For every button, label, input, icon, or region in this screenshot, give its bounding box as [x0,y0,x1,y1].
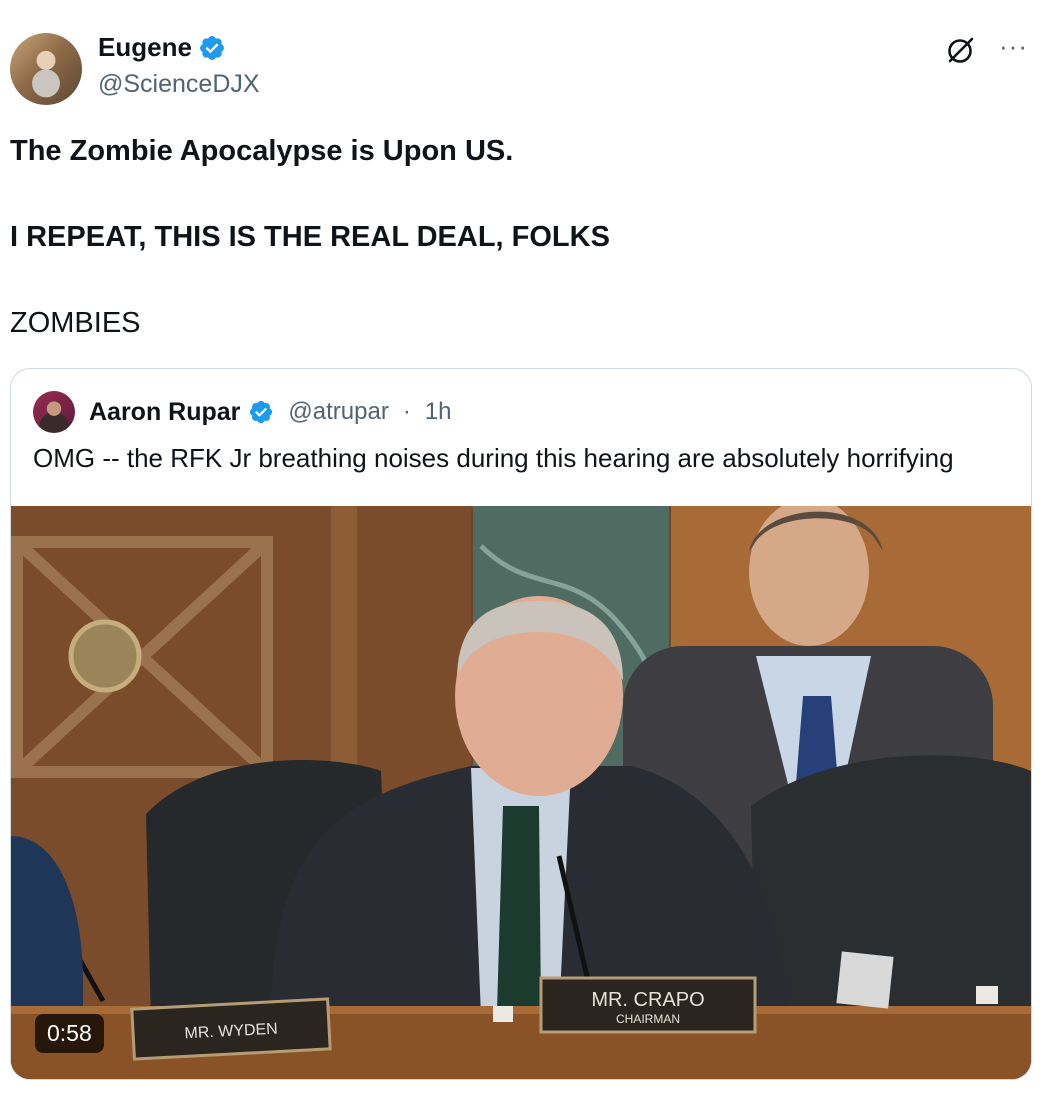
decorative-seal-icon [68,619,142,693]
quoted-author-avatar[interactable] [33,391,75,433]
quoted-author-handle[interactable]: @atrupar [288,398,388,426]
tweet-line-1: The Zombie Apocalypse is Upon US. [10,135,514,167]
meta-separator: · [402,398,411,425]
quoted-tweet-card[interactable]: Aaron Rupar @atrupar · 1h OMG -- the RFK… [10,368,1032,1080]
author-avatar[interactable] [10,33,82,105]
tweet-text: The Zombie Apocalypse is Upon US. I REPE… [10,130,1030,388]
video-duration: 0:58 [35,1014,104,1053]
tweet-line-3: ZOMBIES [10,307,141,339]
author-name-row[interactable]: Eugene [98,32,226,63]
more-options-icon[interactable]: ··· [999,33,1028,59]
quoted-tweet-text: OMG -- the RFK Jr breathing noises durin… [33,443,954,473]
video-player[interactable]: MR. WYDEN MR. CRAPO CHAIRMAN 0:58 [11,506,1031,1079]
tweet-top-actions: ··· [943,33,1028,68]
nameplate-center-sub: CHAIRMAN [616,1012,680,1026]
grok-icon[interactable] [943,34,977,68]
quoted-author-name[interactable]: Aaron Rupar [89,398,240,427]
verified-badge-icon [199,35,224,60]
tweet-line-2: I REPEAT, THIS IS THE REAL DEAL, FOLKS [10,221,610,253]
author-name[interactable]: Eugene [98,32,192,63]
author-handle[interactable]: @ScienceDJX [98,70,260,99]
quoted-tweet-time[interactable]: 1h [425,398,452,426]
video-frame: MR. WYDEN MR. CRAPO CHAIRMAN [11,506,1031,1079]
quoted-tweet-header: Aaron Rupar @atrupar · 1h [33,391,452,433]
nameplate-center-label: MR. CRAPO [591,989,704,1011]
verified-badge-icon [250,400,273,424]
